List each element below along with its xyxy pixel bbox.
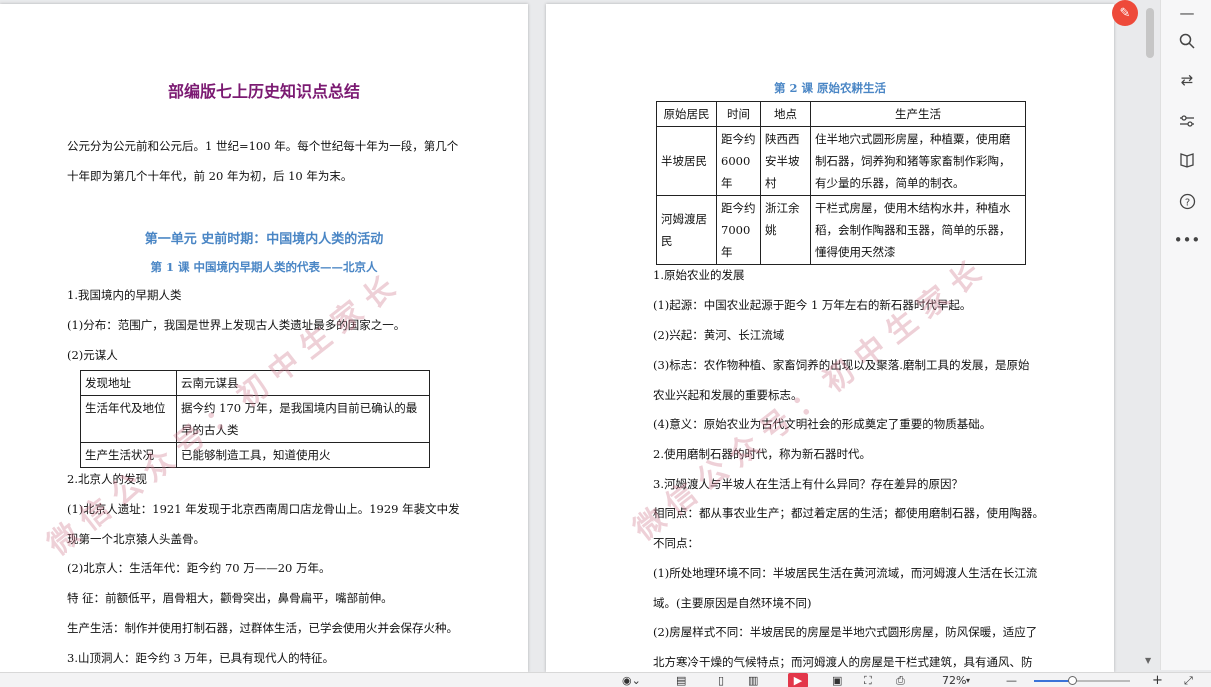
text-line: 北方寒冷干燥的气候特点；而河姆渡人的房屋是干栏式建筑，具有通风、防	[653, 655, 1033, 669]
two-page-icon[interactable]: ▥	[748, 673, 758, 687]
table-header: 生产生活	[810, 101, 1026, 127]
help-icon[interactable]: ?	[1174, 188, 1200, 214]
page-view-icon[interactable]: ▯	[718, 673, 724, 687]
table-cell: 河姆渡居民	[656, 195, 717, 265]
scroll-thumb[interactable]	[1146, 8, 1154, 58]
search-icon[interactable]	[1174, 28, 1200, 54]
farming-table: 原始居民 时间 地点 生产生活 半坡居民 距今约6000年 陕西西安半坡村 住半…	[656, 101, 1026, 265]
zoom-level[interactable]: 72%	[942, 673, 966, 687]
document-page-right: 第 2 课 原始农耕生活 原始居民 时间 地点 生产生活 半坡居民 距今约600…	[546, 4, 1114, 672]
intro-line: 公元分为公元前和公元后。1 世纪=100 年。每个世纪每十年为一段，第几个	[67, 139, 459, 153]
text-line: 农业兴起和发展的重要标志。	[653, 388, 803, 402]
svg-text:?: ?	[1184, 197, 1189, 208]
fit-width-icon[interactable]: ▣	[832, 673, 842, 687]
text-line: 2.使用磨制石器的时代，称为新石器时代。	[653, 447, 871, 461]
text-line: 生产生活：制作并使用打制石器，过群体生活，已学会使用火并会保存火种。	[67, 621, 458, 635]
text-line: 3.山顶洞人：距今约 3 万年，已具有现代人的特征。	[67, 651, 335, 665]
text-line: 1.原始农业的发展	[653, 268, 745, 282]
text-line: (1)分布：范围广，我国是世界上发现古人类遗址最多的国家之一。	[67, 318, 406, 332]
table-row: 河姆渡居民 距今约7000年 浙江余姚 干栏式房屋，使用木结构水井，种植水稻，会…	[656, 195, 1026, 265]
zoom-slider[interactable]	[1034, 676, 1130, 685]
table-cell: 发现地址	[80, 370, 177, 396]
table-cell: 陕西西安半坡村	[760, 126, 811, 196]
yuanmou-table: 发现地址 云南元谋县 生活年代及地位 据今约 170 万年，是我国境内目前已确认…	[80, 370, 430, 468]
text-line: 现第一个北京猿人头盖骨。	[67, 532, 205, 546]
table-cell: 干栏式房屋，使用木结构水井，种植水稻，会制作陶器和玉器，简单的乐器，懂得使用天然…	[810, 195, 1026, 265]
vertical-scrollbar[interactable]: ▼	[1143, 0, 1157, 670]
single-page-icon[interactable]: ▤	[676, 673, 686, 687]
minimize-icon[interactable]: —	[1174, 0, 1200, 26]
table-cell: 距今约6000年	[716, 126, 761, 196]
table-cell: 云南元谋县	[176, 370, 430, 396]
text-line: (1)起源：中国农业起源于距今 1 万年左右的新石器时代早起。	[653, 298, 972, 312]
text-line: 域。(主要原因是自然环境不同)	[653, 596, 812, 610]
fit-page-icon[interactable]: ⛶	[864, 673, 872, 687]
table-cell: 住半地穴式圆形房屋，种植粟，使用磨制石器，饲养狗和猪等家畜制作彩陶，有少量的乐器…	[810, 126, 1026, 196]
text-line: (3)标志：农作物种植、家畜饲养的出现以及聚落.磨制工具的发展，是原始	[653, 358, 1030, 372]
text-line: 相同点：都从事农业生产；都过着定居的生活；都使用磨制石器，使用陶器。	[653, 506, 1044, 520]
scroll-down-arrow-icon[interactable]: ▼	[1145, 656, 1151, 665]
rotate-icon[interactable]: ⎙	[896, 673, 905, 687]
table-row: 生活年代及地位 据今约 170 万年，是我国境内目前已确认的最早的古人类	[80, 395, 430, 443]
table-header: 时间	[716, 101, 761, 127]
zoom-in-button[interactable]: +	[1152, 673, 1163, 687]
table-cell: 生活年代及地位	[80, 395, 177, 443]
table-cell: 已能够制造工具，知道使用火	[176, 442, 430, 468]
text-line: 3.河姆渡人与半坡人在生活上有什么异同？存在差异的原因？	[653, 477, 963, 491]
right-toolbar: — ⇄ ? •••	[1160, 0, 1211, 670]
intro-line: 十年即为第几个十年代，前 20 年为初，后 10 年为末。	[67, 169, 353, 183]
table-header: 地点	[760, 101, 811, 127]
table-header-row: 原始居民 时间 地点 生产生活	[656, 101, 1026, 127]
text-line: (4)意义：原始农业为古代文明社会的形成奠定了重要的物质基础。	[653, 417, 992, 431]
zoom-out-button[interactable]: —	[1006, 673, 1017, 687]
lesson-title: 第 1 课 中国境内早期人类的代表——北京人	[150, 260, 378, 274]
text-line: (2)北京人：生活年代：距今约 70 万——20 万年。	[67, 561, 331, 575]
text-line: (1)北京人遗址：1921 年发现于北京西南周口店龙骨山上。1929 年裴文中发	[67, 502, 460, 516]
book-icon[interactable]	[1174, 147, 1200, 173]
eye-icon[interactable]: ◉⌄	[622, 673, 641, 687]
table-row: 半坡居民 距今约6000年 陕西西安半坡村 住半地穴式圆形房屋，种植粟，使用磨制…	[656, 126, 1026, 196]
text-line: (2)兴起：黄河、长江流域	[653, 328, 785, 342]
zoom-slider-knob[interactable]	[1068, 676, 1078, 685]
table-cell: 半坡居民	[656, 126, 717, 196]
text-line: (2)元谋人	[67, 348, 118, 362]
table-cell: 距今约7000年	[716, 195, 761, 265]
table-row: 发现地址 云南元谋县	[80, 370, 430, 396]
table-cell: 浙江余姚	[760, 195, 811, 265]
table-cell: 据今约 170 万年，是我国境内目前已确认的最早的古人类	[176, 395, 430, 443]
zoom-slider-fill	[1034, 680, 1073, 682]
text-line: 不同点：	[653, 536, 699, 550]
lesson-title: 第 2 课 原始农耕生活	[773, 81, 886, 95]
play-button[interactable]: ▶	[788, 673, 808, 687]
text-line: (2)房屋样式不同：半坡居民的房屋是半地穴式圆形房屋，防风保暖，适应了	[653, 625, 1038, 639]
unit-title: 第一单元 史前时期：中国境内人类的活动	[144, 232, 384, 247]
table-header: 原始居民	[656, 101, 717, 127]
document-page-left: 部编版七上历史知识点总结 公元分为公元前和公元后。1 世纪=100 年。每个世纪…	[0, 4, 528, 672]
document-title: 部编版七上历史知识点总结	[167, 82, 360, 101]
more-icon[interactable]: •••	[1174, 227, 1201, 253]
text-line: 1.我国境内的早期人类	[67, 288, 182, 302]
zoom-dropdown-chevron-icon[interactable]: ▾	[966, 673, 970, 687]
fullscreen-icon[interactable]: ⤢	[1184, 673, 1193, 687]
translate-icon[interactable]: ⇄	[1174, 67, 1200, 93]
text-line: (1)所处地理环境不同：半坡居民生活在黄河流域，而河姆渡人生活在长江流	[653, 566, 1038, 580]
filter-icon[interactable]	[1174, 108, 1200, 134]
edit-badge-icon[interactable]: ✎	[1112, 0, 1138, 26]
status-bar: ◉⌄ ▤ ▯ ▥ ▶ ▣ ⛶ ⎙ 72% ▾ — + ⤢	[0, 672, 1211, 687]
text-line: 2.北京人的发现	[67, 472, 147, 486]
text-line: 特 征：前额低平，眉骨粗大，颧骨突出，鼻骨扁平，嘴部前伸。	[67, 591, 393, 605]
